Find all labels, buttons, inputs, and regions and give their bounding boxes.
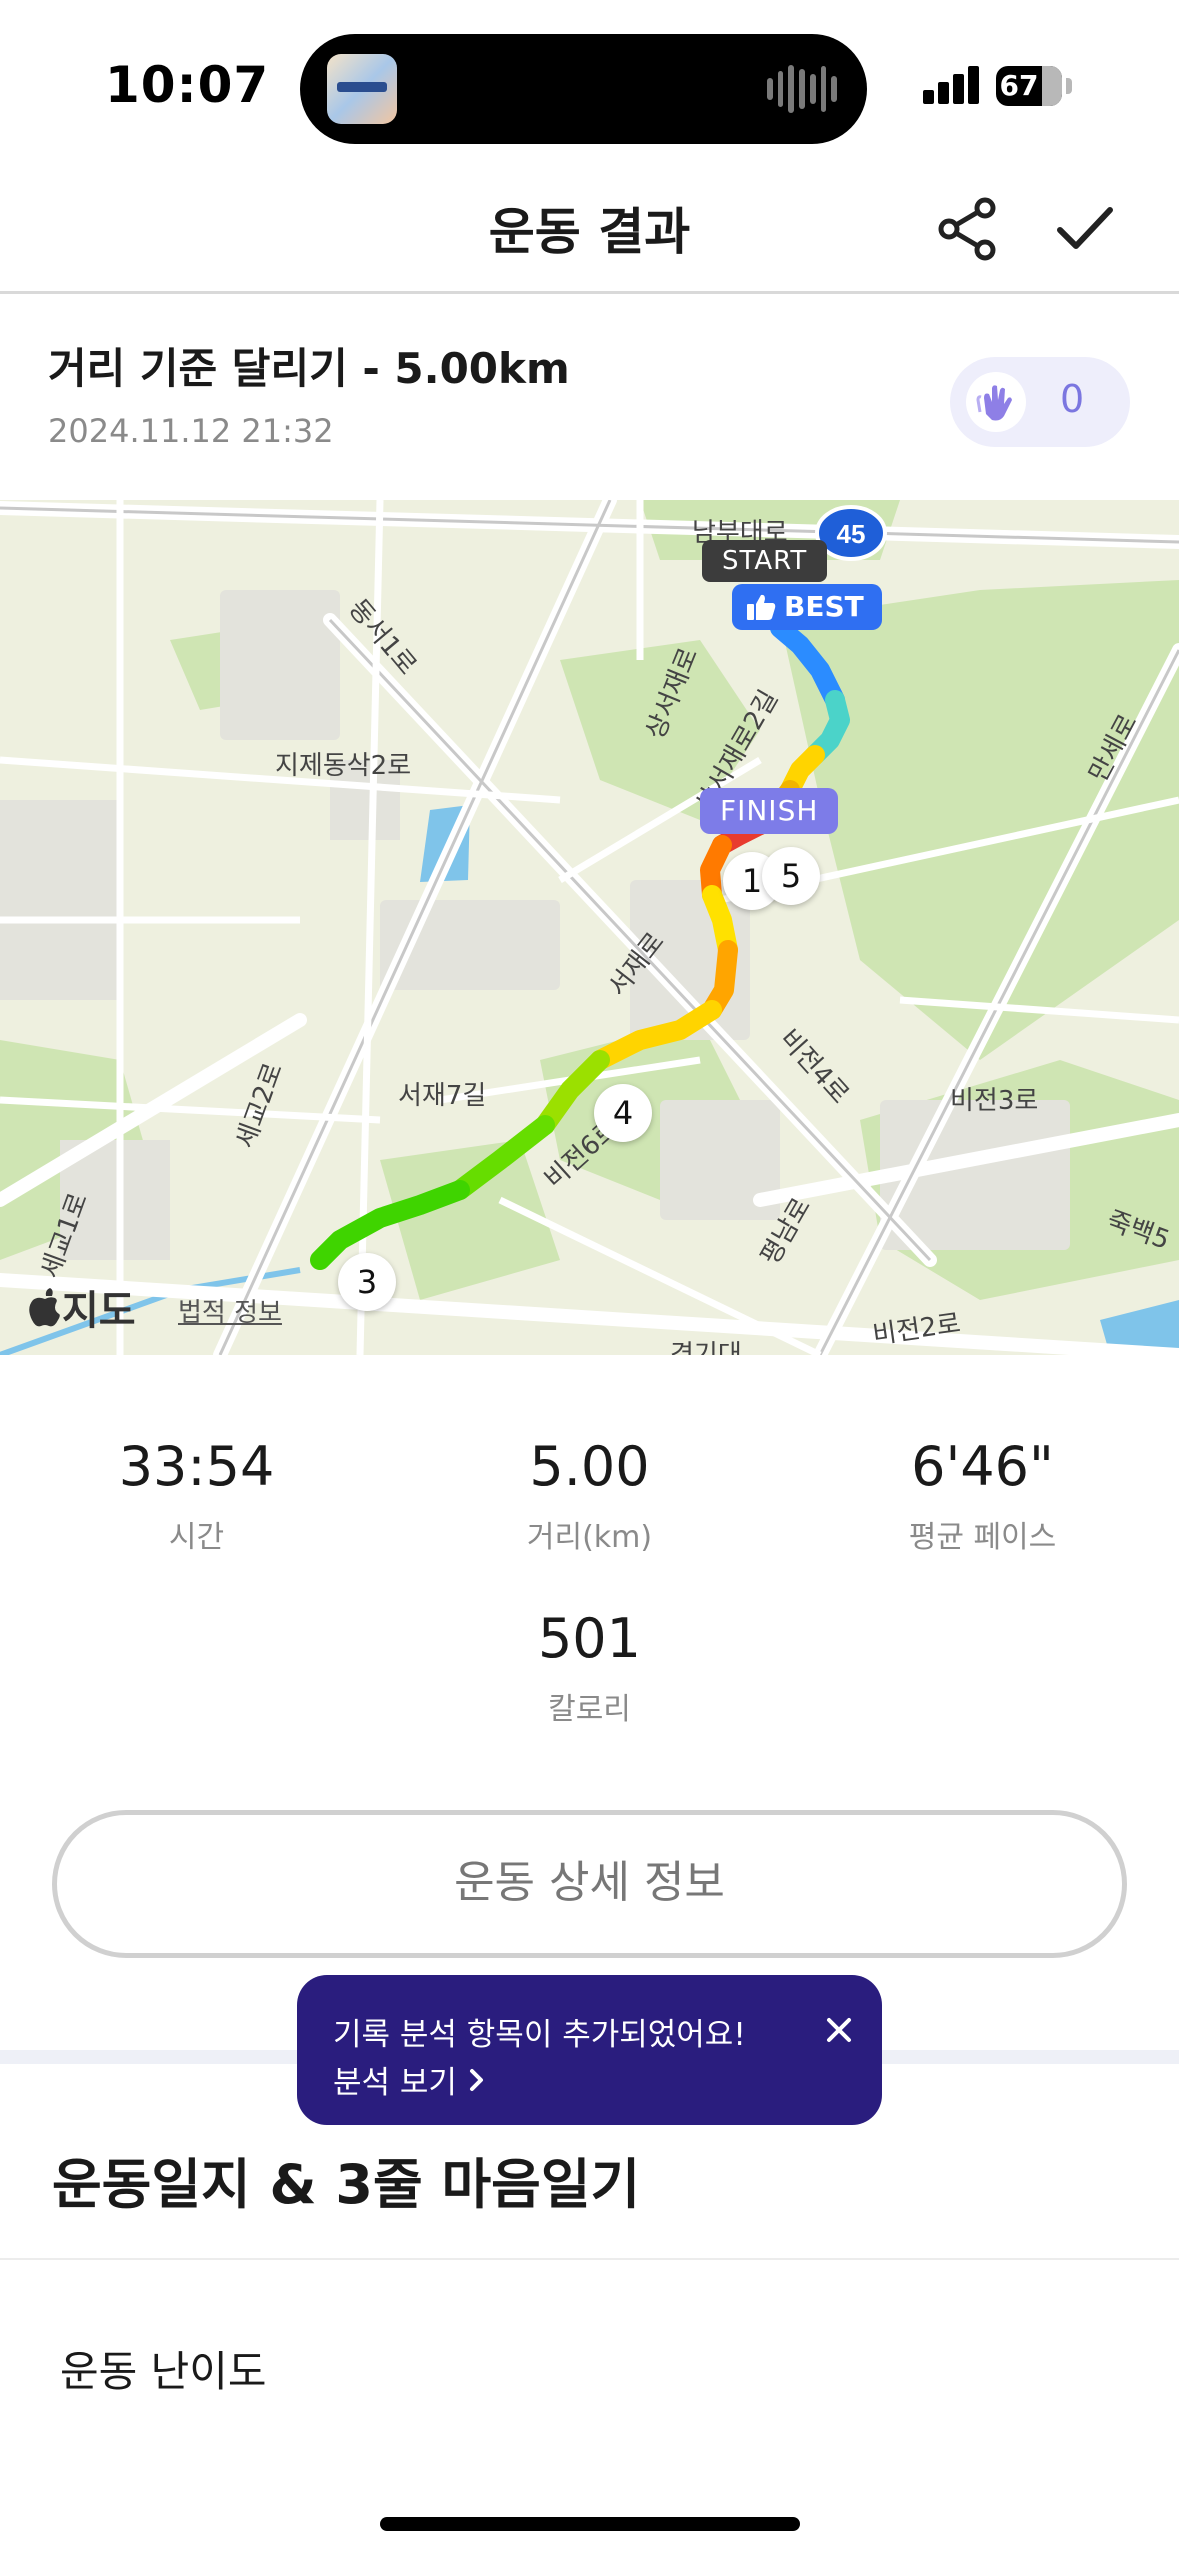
road-label-gyeonggi: 경기대 bbox=[670, 1340, 742, 1355]
section-rule bbox=[0, 2258, 1179, 2260]
highway-shield-45: 45 bbox=[815, 505, 887, 561]
analysis-tooltip[interactable]: 기록 분석 항목이 추가되었어요! 분석 보기 bbox=[297, 1975, 882, 2125]
stat-pace: 6'46" 평균 페이스 bbox=[786, 1435, 1179, 1556]
stat-distance: 5.00 거리(km) bbox=[393, 1435, 786, 1556]
thumbs-up-icon bbox=[747, 594, 776, 620]
stat-distance-label: 거리(km) bbox=[526, 1520, 653, 1555]
finish-pin[interactable]: FINISH bbox=[700, 788, 839, 834]
apple-maps-logo: 지도 bbox=[28, 1278, 136, 1336]
workout-date: 2024.11.12 21:32 bbox=[48, 412, 334, 450]
home-indicator[interactable] bbox=[380, 2517, 800, 2531]
km-marker-3[interactable]: 3 bbox=[338, 1253, 396, 1311]
page-title: 운동 결과 bbox=[488, 203, 691, 261]
road-label-bijeon3: 비전3로 bbox=[950, 1086, 1039, 1116]
audio-wave-icon bbox=[767, 64, 838, 114]
stat-time: 33:54 시간 bbox=[0, 1435, 393, 1556]
nav-header: 운동 결과 bbox=[0, 160, 1179, 294]
stat-calories: 501 칼로리 bbox=[393, 1607, 786, 1728]
clap-icon bbox=[966, 372, 1026, 432]
stat-calories-label: 칼로리 bbox=[548, 1692, 631, 1727]
status-bar: 10:07 67 bbox=[0, 0, 1179, 160]
battery-icon: 67 bbox=[996, 66, 1062, 106]
best-pin[interactable]: BEST bbox=[732, 584, 882, 630]
clap-count: 0 bbox=[1060, 377, 1085, 421]
road-label-seojae7: 서재7길 bbox=[398, 1081, 487, 1111]
workout-title: 거리 기준 달리기 - 5.00km bbox=[48, 344, 570, 393]
status-time: 10:07 bbox=[105, 56, 270, 114]
road-label-jijedongsak2: 지제동삭2로 bbox=[275, 751, 412, 781]
tooltip-message: 기록 분석 항목이 추가되었어요! bbox=[333, 2017, 746, 2053]
map-logo-text: 지도 bbox=[62, 1288, 136, 1334]
stat-time-value: 33:54 bbox=[118, 1435, 275, 1498]
battery-nub bbox=[1066, 78, 1072, 94]
km-marker-4[interactable]: 4 bbox=[594, 1084, 652, 1142]
km-marker-5[interactable]: 5 bbox=[762, 847, 820, 905]
close-icon[interactable] bbox=[824, 2015, 854, 2045]
stat-time-label: 시간 bbox=[168, 1520, 225, 1555]
clap-button[interactable]: 0 bbox=[950, 357, 1130, 447]
stat-pace-label: 평균 페이스 bbox=[908, 1520, 1057, 1555]
checkmark-icon[interactable] bbox=[1052, 196, 1118, 262]
difficulty-label: 운동 난이도 bbox=[60, 2347, 267, 2396]
chevron-right-icon bbox=[469, 2068, 483, 2091]
apple-icon bbox=[29, 1288, 60, 1327]
best-label: BEST bbox=[784, 590, 864, 623]
battery-level: 67 bbox=[999, 69, 1039, 102]
highway-shield-number: 45 bbox=[837, 519, 866, 549]
journal-section-title: 운동일지 & 3줄 마음일기 bbox=[52, 2153, 641, 2216]
cellular-signal-icon bbox=[923, 66, 979, 104]
workout-detail-button[interactable]: 운동 상세 정보 bbox=[52, 1810, 1127, 1958]
stat-distance-value: 5.00 bbox=[529, 1435, 650, 1498]
stat-calories-value: 501 bbox=[537, 1607, 642, 1670]
start-pin[interactable]: START bbox=[702, 540, 828, 582]
route-map[interactable]: 45 남부대로 동서1로 지제동삭2로 상서재로 상서재로2길 만세로 서재로 … bbox=[0, 500, 1179, 1355]
dynamic-island[interactable] bbox=[300, 34, 867, 144]
now-playing-thumbnail bbox=[327, 54, 397, 124]
tooltip-link-label: 분석 보기 bbox=[333, 2065, 457, 2101]
legal-info-link[interactable]: 법적 정보 bbox=[178, 1292, 282, 1329]
share-icon[interactable] bbox=[935, 196, 1001, 262]
tooltip-link[interactable]: 분석 보기 bbox=[333, 2057, 487, 2102]
stat-pace-value: 6'46" bbox=[911, 1435, 1054, 1498]
